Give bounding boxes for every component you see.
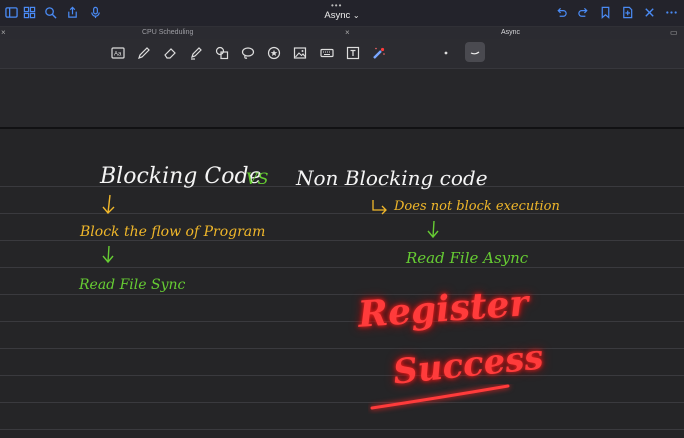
tab-close-icon[interactable]: × [1,27,6,39]
red-underline-stroke [370,384,510,410]
previous-page [0,69,684,127]
arrow-down-icon [102,245,114,264]
undo-icon[interactable] [552,3,570,21]
textbox-icon[interactable] [345,45,361,61]
pen-icon[interactable] [136,45,152,61]
scan-icon[interactable]: Aa [110,45,126,61]
left-example: Read File Sync [79,277,186,293]
add-page-icon[interactable] [618,3,636,21]
ruled-line [0,429,684,430]
red-text-register: Register [356,282,530,336]
right-example: Read File Async [406,249,529,267]
return-arrow-icon [372,200,387,215]
lasso-icon[interactable] [240,45,256,61]
tab-bar: × CPU Scheduling × Async ▭ [0,27,684,39]
right-description: Does not block execution [394,199,560,214]
image-icon[interactable] [292,45,308,61]
more-icon[interactable] [662,3,680,21]
ruled-line [0,402,684,403]
arrow-down-icon [102,194,115,215]
sticker-icon[interactable] [266,45,282,61]
more-options-dots[interactable]: ••• [331,1,342,10]
redo-icon[interactable] [574,3,592,21]
close-icon[interactable] [640,3,658,21]
tab-cpu-scheduling[interactable]: CPU Scheduling [142,27,193,39]
svg-text:Aa: Aa [114,52,122,58]
document-title-text: Async [324,10,351,21]
ruled-line [0,294,684,295]
heading-vs: VS [246,169,269,188]
left-description: Block the flow of Program [80,224,266,240]
top-bar: ••• Async ⌄ [0,0,684,27]
heading-blocking-code: Blocking Code [100,164,262,189]
bookmark-icon[interactable] [596,3,614,21]
ruled-line [0,348,684,349]
chevron-down-icon: ⌄ [352,11,360,20]
dot-size-option[interactable] [438,45,454,61]
eraser-icon[interactable] [162,45,178,61]
heading-non-blocking-code: Non Blocking code [296,166,488,190]
ruled-line [0,321,684,322]
tab-async[interactable]: Async [501,27,520,39]
ruled-line [0,267,684,268]
ruled-line [0,240,684,241]
tab-overview-icon[interactable]: ▭ [670,27,678,39]
highlighter-icon[interactable] [188,45,204,61]
ruled-line [0,375,684,376]
laser-pointer-icon[interactable] [371,45,387,61]
tab-close-icon[interactable]: × [345,27,350,39]
tool-bar: Aa [0,39,684,69]
arrow-down-icon [427,220,439,239]
stroke-style-option[interactable] [465,42,485,62]
shapes-icon[interactable] [214,45,230,61]
keyboard-icon[interactable] [319,45,335,61]
